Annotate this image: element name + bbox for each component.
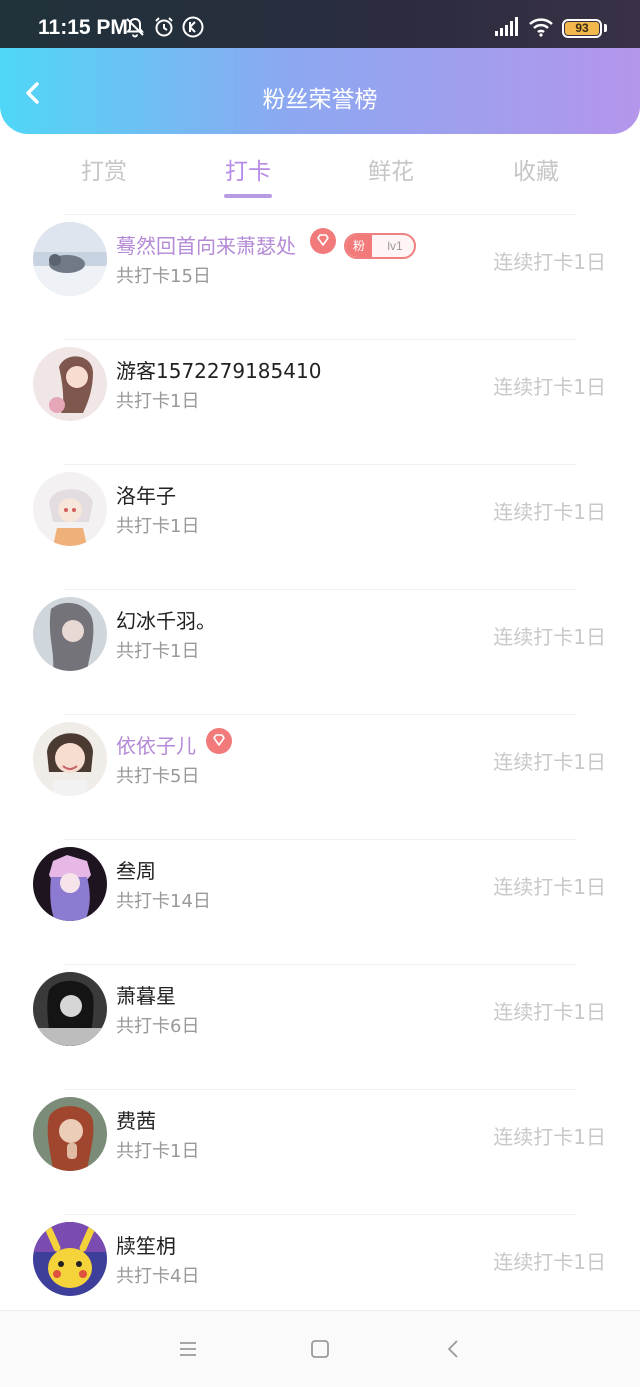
list-item[interactable]: 依依子儿 共打卡5日 连续打卡1日 (0, 714, 640, 838)
avatar[interactable] (33, 222, 107, 296)
fan-badge-level: lv1 (387, 239, 403, 253)
user-name: 费茜 (116, 1109, 156, 1133)
list-item[interactable]: 洛年子 共打卡1日 连续打卡1日 (0, 464, 640, 588)
row-divider (64, 964, 576, 965)
signal-icon (495, 17, 518, 36)
row-divider (64, 464, 576, 465)
row-divider (64, 1214, 576, 1215)
total-checkins: 共打卡4日 (116, 1266, 200, 1287)
alarm-icon (155, 17, 173, 37)
avatar[interactable] (33, 1097, 107, 1171)
row-divider (64, 339, 576, 340)
total-checkins: 共打卡1日 (116, 641, 200, 662)
avatar[interactable] (33, 597, 107, 671)
header: 粉丝荣誉榜 (0, 48, 640, 134)
total-checkins: 共打卡5日 (116, 766, 200, 787)
user-name: 游客1572279185410 (116, 359, 322, 383)
user-name: 叁周 (116, 859, 156, 883)
back-triangle-icon[interactable] (442, 1337, 466, 1361)
battery-cap (604, 24, 607, 32)
bell-off-icon (125, 17, 145, 38)
fan-badge-prefix: 粉 (346, 235, 372, 257)
user-name: 萧暮星 (116, 984, 176, 1008)
total-checkins: 共打卡6日 (116, 1016, 200, 1037)
checkin-streak: 连续打卡1日 (493, 500, 606, 524)
avatar[interactable] (33, 847, 107, 921)
user-name: 幻冰千羽。 (116, 609, 216, 633)
checkin-streak: 连续打卡1日 (493, 375, 606, 399)
diamond-vip-icon (310, 228, 336, 254)
tab-favorites[interactable]: 收藏 (476, 152, 596, 186)
total-checkins: 共打卡1日 (116, 391, 200, 412)
row-divider (64, 214, 576, 215)
system-nav-bar (0, 1310, 640, 1387)
battery-icon: 93 (562, 19, 602, 38)
tab-active-indicator (224, 194, 272, 198)
fan-level-badge: 粉 lv1 (344, 233, 416, 259)
avatar[interactable] (33, 472, 107, 546)
row-divider (64, 714, 576, 715)
user-name: 牍笙枂 (116, 1234, 176, 1258)
page-title: 粉丝荣誉榜 (262, 87, 378, 113)
list-item[interactable]: 萧暮星 共打卡6日 连续打卡1日 (0, 964, 640, 1088)
status-bar: 11:15 PM 93 (0, 0, 640, 48)
avatar[interactable] (33, 347, 107, 421)
tab-checkin[interactable]: 打卡 (188, 152, 308, 186)
diamond-vip-icon (206, 728, 232, 754)
user-name: 依依子儿 (116, 734, 196, 758)
checkin-streak: 连续打卡1日 (493, 1000, 606, 1024)
battery-text: 93 (575, 21, 589, 35)
checkin-streak: 连续打卡1日 (493, 1125, 606, 1149)
total-checkins: 共打卡1日 (116, 1141, 200, 1162)
checkin-streak: 连续打卡1日 (493, 1250, 606, 1274)
list-item[interactable]: 游客1572279185410 共打卡1日 连续打卡1日 (0, 339, 640, 463)
user-name: 洛年子 (116, 484, 176, 508)
row-divider (64, 1089, 576, 1090)
row-divider (64, 589, 576, 590)
wifi-icon (529, 18, 553, 37)
checkin-streak: 连续打卡1日 (493, 625, 606, 649)
list-item[interactable]: 幻冰千羽。 共打卡1日 连续打卡1日 (0, 589, 640, 713)
avatar[interactable] (33, 1222, 107, 1296)
status-time: 11:15 PM (38, 16, 128, 39)
checkin-streak: 连续打卡1日 (493, 875, 606, 899)
k-icon (182, 16, 204, 38)
avatar[interactable] (33, 722, 107, 796)
total-checkins: 共打卡14日 (116, 891, 211, 912)
list-item[interactable]: 蓦然回首向来萧瑟处 粉 lv1 共打卡15日 连续打卡1日 (0, 214, 640, 338)
menu-icon[interactable] (176, 1337, 200, 1361)
avatar[interactable] (33, 972, 107, 1046)
user-name: 蓦然回首向来萧瑟处 (116, 234, 296, 258)
list-item[interactable]: 费茜 共打卡1日 连续打卡1日 (0, 1089, 640, 1213)
total-checkins: 共打卡1日 (116, 516, 200, 537)
row-divider (64, 839, 576, 840)
tab-bar: 打赏 打卡 鲜花 收藏 (0, 134, 640, 214)
list-item[interactable]: 叁周 共打卡14日 连续打卡1日 (0, 839, 640, 963)
tab-reward[interactable]: 打赏 (44, 152, 164, 186)
tab-flowers[interactable]: 鲜花 (331, 152, 451, 186)
home-square-icon[interactable] (308, 1337, 332, 1361)
checkin-streak: 连续打卡1日 (493, 750, 606, 774)
total-checkins: 共打卡15日 (116, 266, 211, 287)
checkin-streak: 连续打卡1日 (493, 250, 606, 274)
